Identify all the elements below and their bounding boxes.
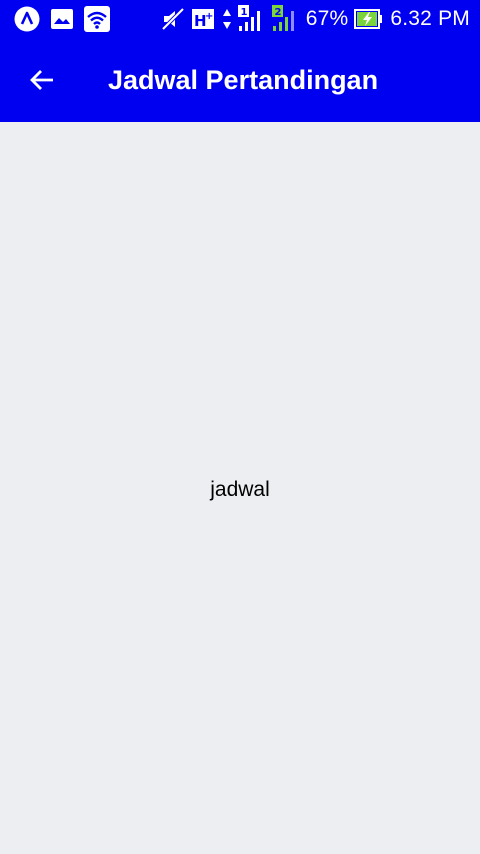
- notification-a-icon: [14, 6, 40, 32]
- jadwal-text: jadwal: [210, 478, 270, 501]
- data-arrows-icon: [222, 7, 232, 31]
- status-bar-left: [0, 0, 110, 38]
- sim2-label: 2: [274, 7, 281, 18]
- mute-icon: [160, 6, 186, 32]
- arrow-back-icon: [28, 66, 56, 94]
- wifi-icon: [84, 6, 110, 32]
- page-title: Jadwal Pertandingan: [108, 64, 379, 95]
- status-bar-right: H + 1 2 67% 6.32 PM: [160, 0, 480, 38]
- image-icon: [50, 8, 74, 30]
- sim1-label: 1: [240, 7, 247, 18]
- h-plus-icon: H +: [191, 7, 216, 31]
- svg-text:+: +: [205, 11, 213, 22]
- back-button[interactable]: [14, 52, 70, 108]
- app-bar: Jadwal Pertandingan: [0, 38, 480, 122]
- signal-sim1-icon: 1: [237, 5, 266, 33]
- main-content: jadwal: [0, 122, 480, 854]
- battery-percent: 67%: [305, 7, 349, 30]
- status-bar: H + 1 2 67% 6.32 PM: [0, 0, 480, 38]
- clock: 6.32 PM: [390, 7, 470, 30]
- battery-charging-icon: [354, 8, 384, 30]
- signal-sim2-icon: 2: [271, 5, 300, 33]
